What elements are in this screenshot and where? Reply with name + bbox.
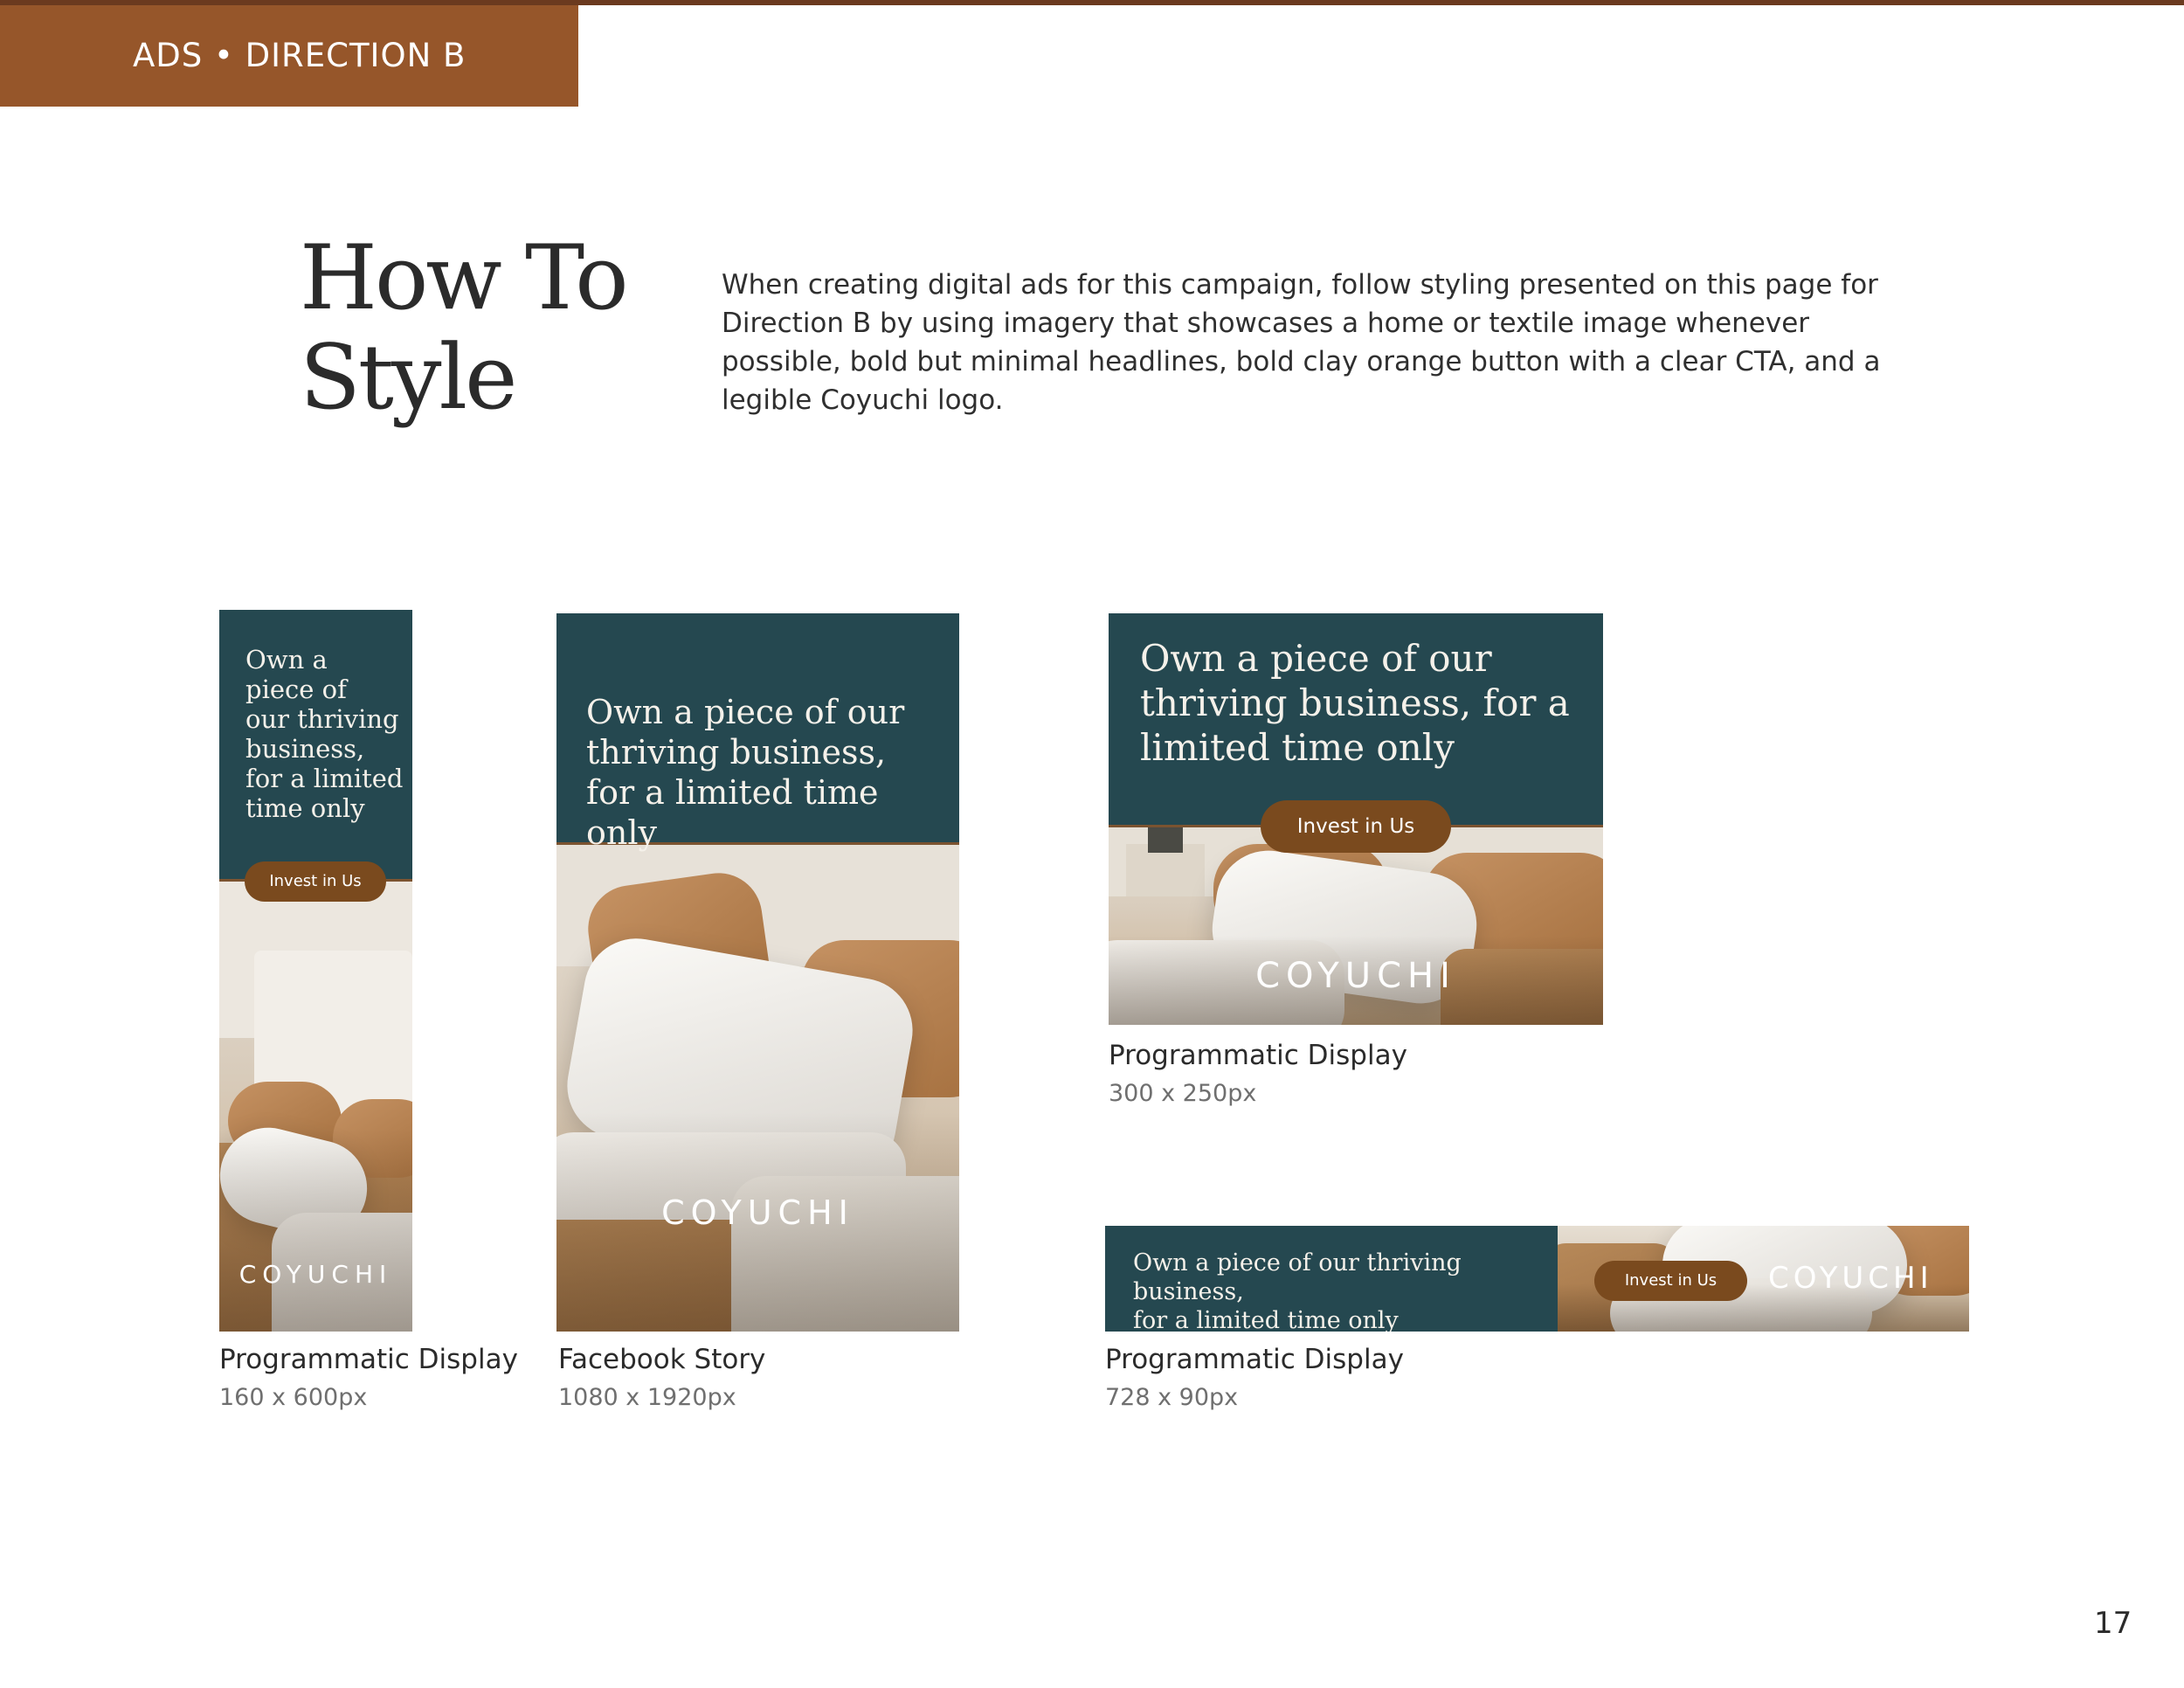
ad-skyscraper-size: 160 x 600px	[219, 1384, 368, 1411]
page-title: How To Style	[300, 229, 649, 428]
ad-rectangle: Own a piece of our thriving business, fo…	[1109, 613, 1603, 1025]
ad-skyscraper: Own a piece of our thriving business, fo…	[219, 610, 412, 1332]
page-title-line-1: How To	[300, 226, 629, 330]
page-number: 17	[2094, 1606, 2132, 1641]
ad-rectangle-caption: Programmatic Display	[1109, 1040, 1407, 1071]
intro-paragraph: When creating digital ads for this campa…	[722, 269, 1881, 416]
ad-leaderboard-size: 728 x 90px	[1105, 1384, 1239, 1411]
ad-rectangle-cta-button[interactable]: Invest in Us	[1261, 800, 1451, 853]
ad-rectangle-logo: COYUCHI	[1255, 956, 1456, 996]
ad-rectangle-size: 300 x 250px	[1109, 1080, 1257, 1107]
ad-story-size: 1080 x 1920px	[558, 1384, 736, 1411]
ad-story: Own a piece of our thriving business, fo…	[556, 613, 959, 1332]
ad-skyscraper-headline: Own a piece of our thriving business, fo…	[245, 645, 404, 823]
ad-skyscraper-cta-button[interactable]: Invest in Us	[245, 861, 386, 902]
ad-leaderboard-caption: Programmatic Display	[1105, 1344, 1404, 1375]
ad-story-photo	[556, 844, 959, 1332]
ad-leaderboard-headline: Own a piece of our thriving business, fo…	[1133, 1249, 1462, 1332]
ad-story-headline: Own a piece of our thriving business, fo…	[586, 693, 905, 852]
ad-story-caption: Facebook Story	[558, 1344, 766, 1375]
ad-rectangle-headline: Own a piece of our thriving business, fo…	[1140, 637, 1570, 769]
ad-leaderboard-logo: COYUCHI	[1768, 1261, 1933, 1296]
ad-leaderboard: Own a piece of our thriving business, fo…	[1105, 1226, 1969, 1332]
ad-skyscraper-caption: Programmatic Display	[219, 1344, 518, 1375]
section-label: ADS • DIRECTION B	[0, 5, 578, 107]
ad-leaderboard-cta-button[interactable]: Invest in Us	[1594, 1261, 1747, 1301]
page-title-line-2: Style	[300, 326, 517, 430]
ad-story-logo: COYUCHI	[661, 1193, 854, 1232]
ad-skyscraper-logo: COYUCHI	[238, 1260, 393, 1289]
